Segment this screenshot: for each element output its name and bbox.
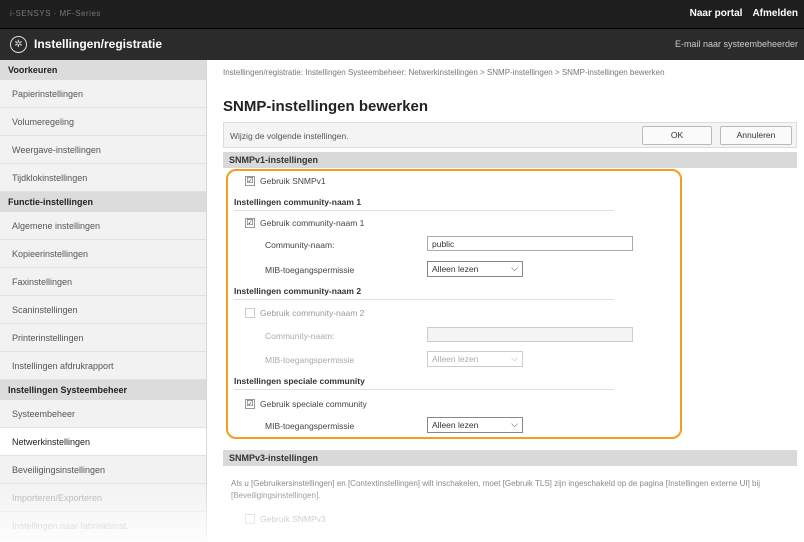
chevron-down-icon: ⌵ — [511, 419, 518, 429]
title-bar: ✲ Instellingen/registratie E-mail naar s… — [0, 28, 804, 60]
use-community2-label: Gebruik community-naam 2 — [260, 308, 365, 318]
sidebar-item-import-export[interactable]: Importeren/Exporteren — [0, 484, 206, 512]
use-community2-checkbox[interactable]: Gebruik community-naam 2 — [245, 308, 364, 318]
mail-admin-link[interactable]: E-mail naar systeembeheerder — [675, 39, 798, 49]
sidebar-item-copy[interactable]: Kopieerinstellingen — [0, 240, 206, 268]
checkbox-unchecked-icon — [245, 514, 255, 524]
app-title: Instellingen/registratie — [34, 37, 163, 51]
sidebar-heading-system: Instellingen Systeembeheer — [0, 380, 206, 400]
sidebar: Voorkeuren Papierinstellingen Volumerege… — [0, 60, 207, 542]
cancel-button[interactable]: Annuleren — [720, 126, 792, 145]
top-links: Naar portal Afmelden — [690, 8, 798, 19]
sidebar-item-timer[interactable]: Tijdklokinstellingen — [0, 164, 206, 192]
chevron-down-icon: ⌵ — [511, 353, 518, 363]
community1-mib-select[interactable]: Alleen lezen ⌵ — [427, 261, 523, 277]
portal-link[interactable]: Naar portal — [690, 8, 743, 19]
use-snmpv3-checkbox[interactable]: Gebruik SNMPv3 — [245, 514, 326, 524]
sidebar-item-display[interactable]: Weergave-instellingen — [0, 136, 206, 164]
chevron-down-icon: ⌵ — [511, 263, 518, 273]
sidebar-item-common[interactable]: Algemene instellingen — [0, 212, 206, 240]
use-special-community-label: Gebruik speciale community — [260, 399, 367, 409]
use-community1-checkbox[interactable]: ☑ Gebruik community-naam 1 — [245, 218, 364, 228]
community2-name-input[interactable] — [427, 327, 633, 342]
sidebar-heading-functions: Functie-instellingen — [0, 192, 206, 212]
community1-name-input[interactable] — [427, 236, 633, 251]
use-snmpv1-label: Gebruik SNMPv1 — [260, 176, 326, 186]
use-snmpv3-label: Gebruik SNMPv3 — [260, 514, 326, 524]
snmpv3-note: Als u [Gebruikersinstellingen] en [Conte… — [231, 479, 761, 500]
breadcrumb: Instellingen/registratie: Instellingen S… — [223, 68, 665, 77]
special-mib-select[interactable]: Alleen lezen ⌵ — [427, 417, 523, 433]
use-special-community-checkbox[interactable]: ☑ Gebruik speciale community — [245, 399, 367, 409]
community2-mib-select[interactable]: Alleen lezen ⌵ — [427, 351, 523, 367]
sidebar-item-network[interactable]: Netwerkinstellingen — [0, 428, 206, 456]
community1-mib-value: Alleen lezen — [432, 264, 479, 274]
community1-mib-label: MIB-toegangspermissie — [265, 265, 355, 275]
use-community1-label: Gebruik community-naam 1 — [260, 218, 365, 228]
instruction-bar: Wijzig de volgende instellingen. OK Annu… — [223, 122, 797, 148]
sidebar-item-scan[interactable]: Scaninstellingen — [0, 296, 206, 324]
sidebar-item-security[interactable]: Beveiligingsinstellingen — [0, 456, 206, 484]
checkbox-checked-icon: ☑ — [245, 176, 255, 186]
community2-header: Instellingen community-naam 2 — [234, 286, 614, 300]
special-mib-value: Alleen lezen — [432, 420, 479, 430]
logout-link[interactable]: Afmelden — [752, 8, 798, 19]
special-community-header: Instellingen speciale community — [234, 376, 614, 390]
page-title: SNMP-instellingen bewerken — [223, 98, 429, 115]
sidebar-heading-preferences: Voorkeuren — [0, 60, 206, 80]
community1-header: Instellingen community-naam 1 — [234, 197, 614, 211]
main-content: Instellingen/registratie: Instellingen S… — [207, 60, 804, 542]
checkbox-unchecked-icon — [245, 308, 255, 318]
top-bar: i-SENSYS · MF-Series Naar portal Afmelde… — [0, 0, 804, 28]
device-name: i-SENSYS · MF-Series — [10, 9, 101, 18]
community2-mib-label: MIB-toegangspermissie — [265, 355, 355, 365]
community1-name-label: Community-naam: — [265, 240, 335, 250]
sidebar-item-factory-reset[interactable]: Instellingen naar fabrieksinst. — [0, 512, 206, 540]
sidebar-item-fax[interactable]: Faxinstellingen — [0, 268, 206, 296]
snmpv1-section-header: SNMPv1-instellingen — [223, 152, 797, 168]
use-snmpv1-checkbox[interactable]: ☑ Gebruik SNMPv1 — [245, 176, 326, 186]
sidebar-item-printer[interactable]: Printerinstellingen — [0, 324, 206, 352]
checkbox-checked-icon: ☑ — [245, 399, 255, 409]
sidebar-item-report[interactable]: Instellingen afdrukrapport — [0, 352, 206, 380]
sidebar-item-paper[interactable]: Papierinstellingen — [0, 80, 206, 108]
sidebar-item-system-admin[interactable]: Systeembeheer — [0, 400, 206, 428]
special-mib-label: MIB-toegangspermissie — [265, 421, 355, 431]
ok-button[interactable]: OK — [642, 126, 712, 145]
community2-mib-value: Alleen lezen — [432, 354, 479, 364]
community2-name-label: Community-naam: — [265, 331, 335, 341]
instruction-text: Wijzig de volgende instellingen. — [230, 131, 349, 141]
checkbox-checked-icon: ☑ — [245, 218, 255, 228]
sidebar-item-volume[interactable]: Volumeregeling — [0, 108, 206, 136]
snmpv3-section-header: SNMPv3-instellingen — [223, 450, 797, 466]
settings-icon: ✲ — [10, 36, 27, 53]
